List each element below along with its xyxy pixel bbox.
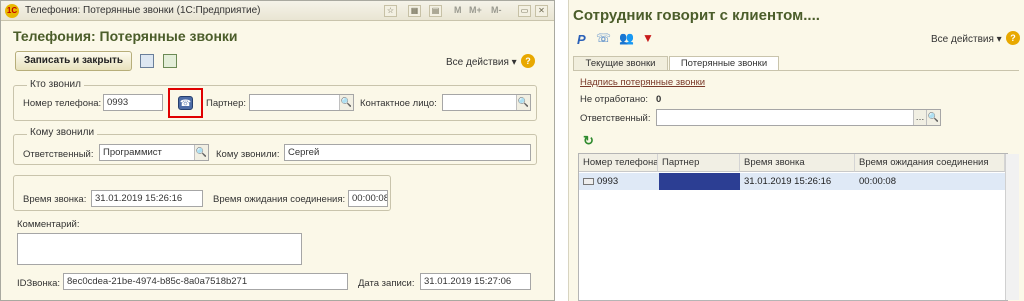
memory-minus-button[interactable]: M- [491, 5, 502, 15]
not-processed-count: 0 [656, 94, 662, 105]
wait-time-field[interactable]: 00:00:08 [348, 190, 388, 207]
phone-field[interactable]: 0993 [103, 94, 163, 111]
form-title: Телефония: Потерянные звонки [13, 28, 238, 44]
table-row[interactable]: 0993 31.01.2019 15:26:16 00:00:08 [579, 173, 1005, 190]
panel-title: Сотрудник говорит с клиентом.... [573, 7, 820, 24]
phone-user-icon[interactable]: ☏ [596, 31, 611, 45]
to-whom-label: Кому звонили: [216, 149, 280, 160]
search-icon[interactable]: 🔍 [339, 95, 353, 110]
telephone-icon: ☎ [178, 96, 193, 110]
wait-time-label: Время ожидания соединения: [213, 194, 346, 205]
column-header[interactable]: Время ожидания соединения [855, 154, 1005, 172]
minimize-icon[interactable]: ▭ [518, 5, 531, 17]
call-id-label: IDЗвонка: [17, 278, 60, 289]
1c-app-icon: 1C [5, 4, 19, 18]
save-and-close-button[interactable]: Записать и закрыть [15, 51, 132, 71]
phone-label: Номер телефона: [23, 98, 102, 109]
record-date-label: Дата записи: [358, 278, 415, 289]
not-processed-label: Не отработано: [580, 94, 648, 105]
responsible-field[interactable]: … 🔍 [656, 109, 941, 126]
record-date-field[interactable]: 31.01.2019 15:27:06 [420, 273, 531, 290]
tab-lost-calls[interactable]: Потерянные звонки [669, 56, 779, 71]
call-id-field[interactable]: 8ec0cdea-21be-4974-b85c-8a0a7518b271 [63, 273, 348, 290]
table-scrollbar[interactable] [1005, 154, 1019, 300]
all-actions-menu[interactable]: Все действия ▾ [931, 34, 1002, 45]
title-bar: 1C Телефония: Потерянные звонки (1С:Пред… [1, 1, 554, 21]
whom-called-title: Кому звонили [27, 127, 98, 138]
select-button[interactable]: … [913, 110, 926, 125]
partner-label: Партнер: [206, 98, 246, 109]
search-icon[interactable]: 🔍 [926, 110, 940, 125]
contact-field[interactable]: 🔍 [442, 94, 531, 111]
responsible-field[interactable]: Программист 🔍 [99, 144, 209, 161]
refresh-form-icon[interactable] [163, 54, 177, 68]
users-icon[interactable]: 👥 [619, 31, 634, 45]
column-header[interactable]: Номер телефона [579, 154, 658, 172]
tab-current-calls[interactable]: Текущие звонки [573, 56, 668, 71]
window-title: Телефония: Потерянные звонки (1С:Предпри… [25, 5, 261, 16]
to-whom-field[interactable]: Сергей [284, 144, 531, 161]
save-icon[interactable] [140, 54, 154, 68]
employee-talking-panel: Сотрудник говорит с клиентом.... P ☏ 👥 ▼… [568, 0, 1024, 301]
refresh-icon[interactable]: ↻ [583, 133, 594, 149]
search-icon[interactable]: 🔍 [516, 95, 530, 110]
close-icon[interactable]: ✕ [535, 5, 548, 17]
comment-label: Комментарий: [17, 219, 80, 230]
parking-icon[interactable]: P [577, 32, 586, 47]
lost-calls-caption: Надпись потерянные звонки [580, 77, 706, 88]
calculator-icon[interactable]: ▤ [429, 5, 442, 17]
call-time-field[interactable]: 31.01.2019 15:26:16 [91, 190, 203, 207]
all-actions-menu[interactable]: Все действия ▾ [446, 57, 517, 68]
calendar-icon[interactable]: ▦ [408, 5, 421, 17]
column-header[interactable]: Партнер [658, 154, 740, 172]
search-icon[interactable]: 🔍 [194, 145, 208, 160]
row-time-cell: 31.01.2019 15:26:16 [744, 176, 832, 187]
lost-calls-window: 1C Телефония: Потерянные звонки (1С:Пред… [0, 0, 555, 301]
partner-field[interactable]: 🔍 [249, 94, 354, 111]
column-header[interactable]: Время звонка [740, 154, 855, 172]
responsible-label: Ответственный: [23, 149, 94, 160]
row-partner-cell [659, 173, 740, 190]
comment-field[interactable] [17, 233, 302, 265]
contact-label: Контактное лицо: [360, 98, 437, 109]
call-time-label: Время звонка: [23, 194, 87, 205]
lost-calls-table: Номер телефона Партнер Время звонка Врем… [578, 153, 1019, 301]
row-phone-cell: 0993 [579, 173, 658, 190]
help-icon[interactable]: ? [1006, 31, 1020, 45]
star-icon[interactable]: ☆ [384, 5, 397, 17]
responsible-label: Ответственный: [580, 113, 651, 124]
who-called-title: Кто звонил [27, 79, 84, 90]
memory-plus-button[interactable]: M+ [469, 5, 482, 15]
red-flag-icon[interactable]: ▼ [642, 31, 654, 45]
memory-button[interactable]: M [454, 5, 462, 15]
row-type-icon [583, 177, 594, 185]
row-wait-cell: 00:00:08 [859, 176, 896, 187]
call-button[interactable]: ☎ [168, 88, 203, 118]
help-icon[interactable]: ? [521, 54, 535, 68]
